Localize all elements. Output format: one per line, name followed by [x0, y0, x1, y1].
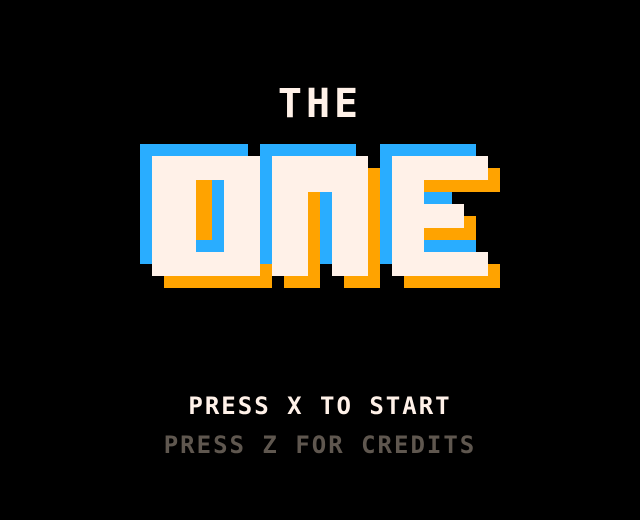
press-start-prompt: PRESS X TO START	[188, 392, 452, 420]
press-credits-prompt: PRESS Z FOR CREDITS	[163, 431, 477, 459]
title-screen: THE ONE PRESS X TO START PRESS Z FOR CRE…	[0, 0, 640, 520]
